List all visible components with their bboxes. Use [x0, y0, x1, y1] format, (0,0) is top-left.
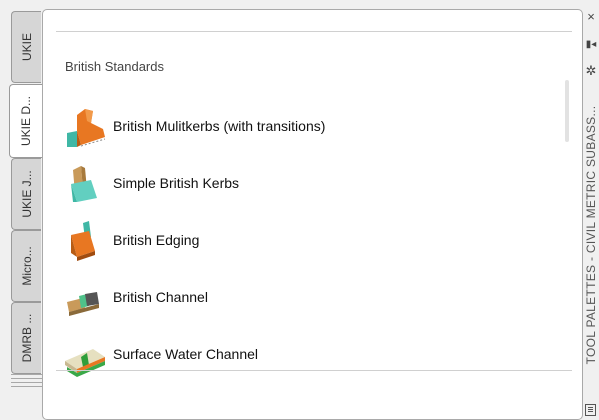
palette-tabs: UKIE UKIE D... UKIE J... Micro... DMRB .…	[0, 0, 44, 420]
section-title: British Standards	[65, 59, 164, 74]
palette-titlebar[interactable]: × ▮◂ ✲ TOOL PALETTES - CIVIL METRIC SUBA…	[583, 0, 599, 420]
palette-item-edging[interactable]: British Edging	[63, 217, 523, 263]
item-label: Simple British Kerbs	[113, 175, 240, 191]
autohide-icon[interactable]: ▮◂	[584, 38, 598, 52]
tab-label: UKIE J...	[19, 170, 34, 218]
tab-dmrb[interactable]: DMRB ...	[11, 302, 41, 374]
tab-ukie-j[interactable]: UKIE J...	[11, 158, 41, 230]
item-label: British Channel	[113, 289, 208, 305]
top-divider	[56, 31, 572, 32]
grip-icon[interactable]	[585, 404, 596, 416]
palette-item-multikerb[interactable]: British Mulitkerbs (with transitions)	[63, 103, 523, 149]
scrollbar-thumb[interactable]	[565, 80, 569, 142]
tab-label: UKIE	[19, 32, 34, 62]
bottom-divider	[56, 370, 572, 371]
tab-label: DMRB ...	[19, 313, 34, 363]
channel-icon	[63, 274, 111, 320]
tab-ukie[interactable]: UKIE	[11, 11, 41, 83]
properties-icon[interactable]: ✲	[584, 64, 598, 78]
tab-overflow-stack	[11, 374, 42, 388]
tool-palette-panel: British Standards British Mulitkerbs (wi…	[42, 9, 583, 420]
tab-label: Micro...	[19, 246, 34, 286]
edging-icon	[63, 217, 111, 263]
palette-item-channel[interactable]: British Channel	[63, 274, 523, 320]
multikerb-icon	[63, 103, 111, 149]
item-label: British Edging	[113, 232, 200, 248]
close-icon[interactable]: ×	[584, 10, 598, 24]
kerb-icon	[63, 160, 111, 206]
tab-label: UKIE D...	[19, 95, 33, 147]
tab-ukie-d[interactable]: UKIE D...	[9, 84, 42, 158]
palette-item-simple-kerbs[interactable]: Simple British Kerbs	[63, 160, 523, 206]
item-label: Surface Water Channel	[113, 346, 258, 362]
item-label: British Mulitkerbs (with transitions)	[113, 118, 326, 134]
tab-micro[interactable]: Micro...	[11, 230, 41, 302]
titlebar-title: TOOL PALETTES - CIVIL METRIC SUBASS...	[584, 105, 598, 365]
